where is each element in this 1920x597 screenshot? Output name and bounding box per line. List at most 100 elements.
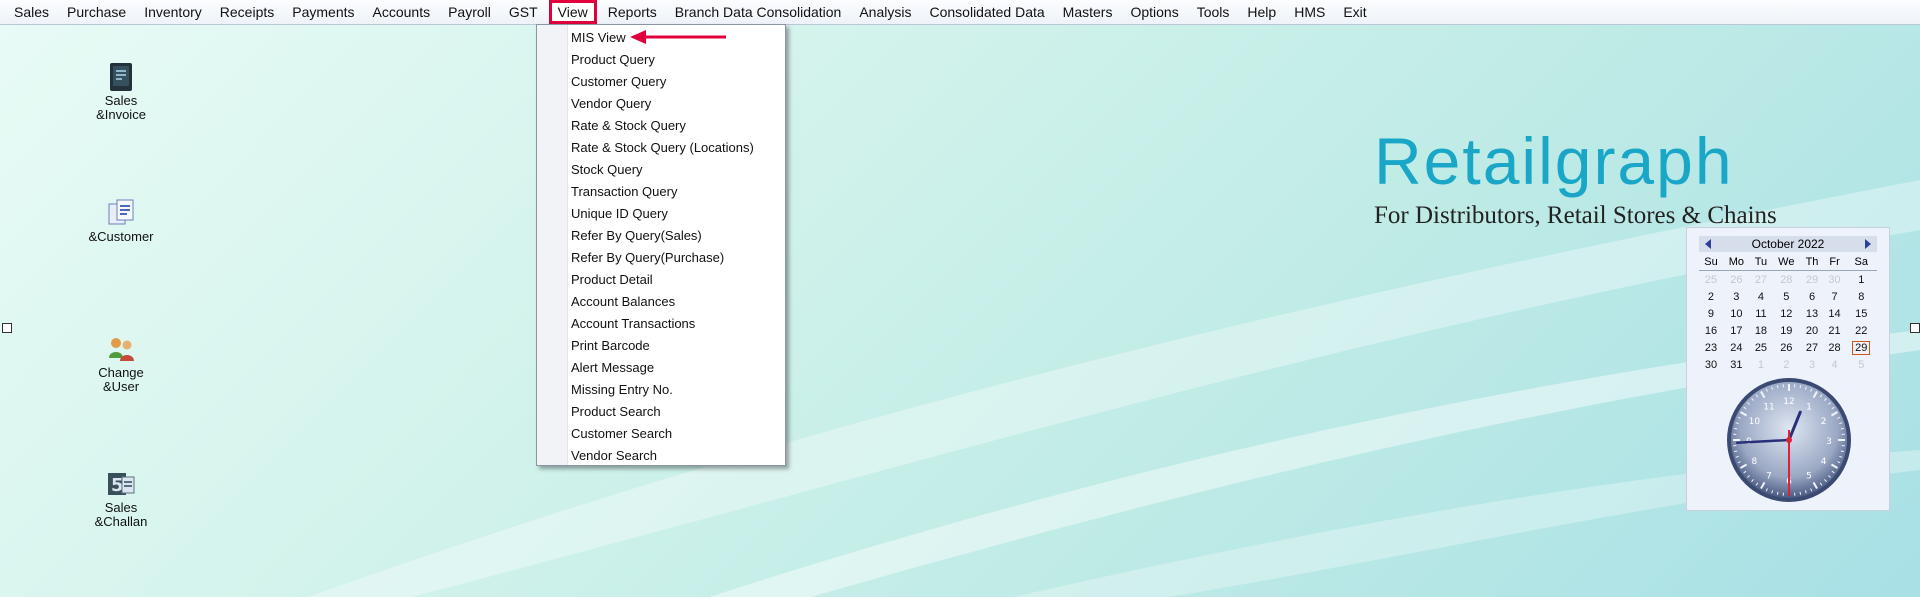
calendar-day[interactable]: 21 bbox=[1824, 322, 1846, 339]
view-menu-item-unique-id-query[interactable]: Unique ID Query bbox=[571, 203, 668, 225]
calendar-day[interactable]: 25 bbox=[1699, 271, 1723, 289]
view-menu-item-rate-stock-query-locations[interactable]: Rate & Stock Query (Locations) bbox=[571, 137, 754, 159]
view-menu-dropdown: MIS View Product Query Customer Query Vendo… bbox=[536, 24, 786, 466]
calendar-header: October 2022 bbox=[1699, 236, 1877, 252]
view-menu-item-customer-search[interactable]: Customer Search bbox=[571, 423, 672, 445]
calendar-day[interactable]: 5 bbox=[1846, 356, 1877, 373]
calendar-day[interactable]: 28 bbox=[1824, 339, 1846, 356]
calendar-day[interactable]: 4 bbox=[1750, 288, 1772, 305]
desktop-icon-change-user[interactable]: Change &User bbox=[66, 334, 176, 394]
calendar-day[interactable]: 22 bbox=[1846, 322, 1877, 339]
calendar-day[interactable]: 7 bbox=[1824, 288, 1846, 305]
weekday-label: We bbox=[1772, 254, 1801, 271]
calendar-day[interactable]: 2 bbox=[1772, 356, 1800, 373]
menu-bar: Sales Purchase Inventory Receipts Payments Ac… bbox=[0, 0, 1920, 25]
calendar-day[interactable]: 4 bbox=[1824, 356, 1846, 373]
calendar-day[interactable]: 23 bbox=[1699, 339, 1723, 356]
view-menu-item-refer-by-query-sales[interactable]: Refer By Query(Sales) bbox=[571, 225, 702, 247]
menu-view[interactable]: View bbox=[548, 0, 597, 24]
view-menu-item-stock-query[interactable]: Stock Query bbox=[571, 159, 643, 181]
resize-handle-left[interactable] bbox=[2, 323, 12, 333]
menu-masters[interactable]: Masters bbox=[1054, 0, 1122, 24]
calendar-day[interactable]: 1 bbox=[1750, 356, 1772, 373]
menu-options[interactable]: Options bbox=[1121, 0, 1187, 24]
view-menu-item-rate-stock-query[interactable]: Rate & Stock Query bbox=[571, 115, 686, 137]
menu-consolidated-data[interactable]: Consolidated Data bbox=[920, 0, 1053, 24]
calendar-day[interactable]: 11 bbox=[1750, 305, 1772, 322]
menu-hms[interactable]: HMS bbox=[1285, 0, 1334, 24]
brand-logo: Retailgraph For Distributors, Retail Sto… bbox=[1374, 126, 1777, 230]
calendar-day[interactable]: 20 bbox=[1801, 322, 1824, 339]
desktop-icon-label: Change &User bbox=[98, 365, 144, 394]
calendar-day[interactable]: 24 bbox=[1723, 339, 1750, 356]
calendar-month-label: October 2022 bbox=[1751, 237, 1825, 251]
calendar-day[interactable]: 3 bbox=[1801, 356, 1824, 373]
view-menu-item-alert-message[interactable]: Alert Message bbox=[571, 357, 654, 379]
view-menu-item-customer-query[interactable]: Customer Query bbox=[571, 71, 666, 93]
view-menu-item-product-detail[interactable]: Product Detail bbox=[571, 269, 653, 291]
resize-handle-right[interactable] bbox=[1910, 323, 1920, 333]
view-menu-item-mis-view[interactable]: MIS View bbox=[571, 27, 626, 49]
calendar-day[interactable]: 1 bbox=[1846, 271, 1877, 289]
menu-help[interactable]: Help bbox=[1238, 0, 1285, 24]
calendar-day[interactable]: 27 bbox=[1801, 339, 1824, 356]
calendar-day[interactable]: 30 bbox=[1824, 271, 1846, 289]
calendar-day[interactable]: 12 bbox=[1772, 305, 1800, 322]
view-menu-item-product-query[interactable]: Product Query bbox=[571, 49, 655, 71]
menu-analysis[interactable]: Analysis bbox=[850, 0, 920, 24]
calendar-day[interactable]: 19 bbox=[1772, 322, 1800, 339]
calendar-day[interactable]: 15 bbox=[1846, 305, 1877, 322]
calendar-day[interactable]: 5 bbox=[1772, 288, 1800, 305]
calendar-day[interactable]: 29 bbox=[1801, 271, 1824, 289]
menu-accounts[interactable]: Accounts bbox=[364, 0, 440, 24]
menu-purchase[interactable]: Purchase bbox=[58, 0, 135, 24]
desktop-icon-sales-challan[interactable]: 5 Sales &Challan bbox=[66, 469, 176, 529]
calendar-day[interactable]: 31 bbox=[1723, 356, 1750, 373]
view-menu-item-print-barcode[interactable]: Print Barcode bbox=[571, 335, 650, 357]
view-menu-item-account-transactions[interactable]: Account Transactions bbox=[571, 313, 695, 335]
calendar-day[interactable]: 10 bbox=[1723, 305, 1750, 322]
calendar-day[interactable]: 14 bbox=[1824, 305, 1846, 322]
calendar-day-today[interactable]: 29 bbox=[1852, 340, 1871, 355]
calendar-day[interactable]: 27 bbox=[1750, 271, 1772, 289]
calendar-day[interactable]: 30 bbox=[1699, 356, 1723, 373]
view-menu-item-transaction-query[interactable]: Transaction Query bbox=[571, 181, 677, 203]
calendar-day[interactable]: 28 bbox=[1772, 271, 1800, 289]
calendar-day[interactable]: 3 bbox=[1723, 288, 1750, 305]
calendar-day[interactable]: 16 bbox=[1699, 322, 1723, 339]
calendar-day[interactable]: 18 bbox=[1750, 322, 1772, 339]
view-menu-item-vendor-search[interactable]: Vendor Search bbox=[571, 445, 657, 467]
view-menu-item-vendor-query[interactable]: Vendor Query bbox=[571, 93, 651, 115]
menu-payroll[interactable]: Payroll bbox=[439, 0, 500, 24]
calendar-day[interactable]: 6 bbox=[1801, 288, 1824, 305]
menu-receipts[interactable]: Receipts bbox=[211, 0, 283, 24]
view-menu-item-missing-entry-no[interactable]: Missing Entry No. bbox=[571, 379, 673, 401]
menu-branch-data-consolidation[interactable]: Branch Data Consolidation bbox=[666, 0, 851, 24]
calendar-day[interactable]: 17 bbox=[1723, 322, 1750, 339]
calendar-day[interactable]: 25 bbox=[1750, 339, 1772, 356]
desktop-icon-sales-invoice[interactable]: Sales &Invoice bbox=[66, 62, 176, 122]
view-menu-item-refer-by-query-purchase[interactable]: Refer By Query(Purchase) bbox=[571, 247, 724, 269]
menu-tools[interactable]: Tools bbox=[1188, 0, 1239, 24]
view-menu-item-product-search[interactable]: Product Search bbox=[571, 401, 661, 423]
menu-inventory[interactable]: Inventory bbox=[135, 0, 211, 24]
previous-month-icon[interactable] bbox=[1705, 239, 1711, 249]
calendar-day[interactable]: 8 bbox=[1846, 288, 1877, 305]
menu-reports[interactable]: Reports bbox=[599, 0, 666, 24]
calendar-day[interactable]: 13 bbox=[1801, 305, 1824, 322]
view-menu-item-account-balances[interactable]: Account Balances bbox=[571, 291, 675, 313]
menu-gst[interactable]: GST bbox=[500, 0, 547, 24]
calendar-day[interactable]: 2 bbox=[1699, 288, 1723, 305]
menu-exit[interactable]: Exit bbox=[1334, 0, 1375, 24]
calendar-day[interactable]: 26 bbox=[1772, 339, 1800, 356]
clock-tick bbox=[1840, 450, 1844, 453]
calendar-day[interactable]: 29 bbox=[1846, 339, 1877, 356]
clock-numeral: 3 bbox=[1826, 437, 1832, 447]
desktop-icon-customer[interactable]: &Customer bbox=[66, 198, 176, 244]
menu-sales[interactable]: Sales bbox=[0, 0, 58, 24]
weekday-label: Tu bbox=[1749, 254, 1773, 271]
calendar-day[interactable]: 9 bbox=[1699, 305, 1723, 322]
menu-payments[interactable]: Payments bbox=[283, 0, 363, 24]
calendar-day[interactable]: 26 bbox=[1723, 271, 1750, 289]
next-month-icon[interactable] bbox=[1865, 239, 1871, 249]
